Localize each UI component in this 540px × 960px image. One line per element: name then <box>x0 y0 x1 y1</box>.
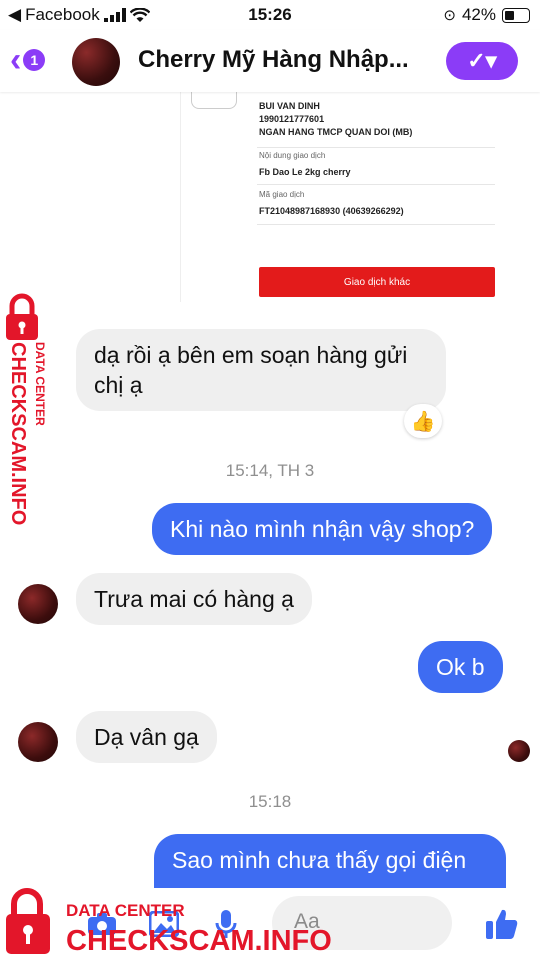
contact-avatar[interactable] <box>72 38 120 86</box>
watermark-top-text: DATA CENTER <box>33 342 47 426</box>
receipt-code-value: FT21048987168930 (40639266292) <box>259 206 404 216</box>
divider <box>257 147 495 148</box>
status-bar: ◀ Facebook 15:26 ⊙ 42% <box>0 0 540 30</box>
other-transaction-button: Giao dịch khác <box>259 267 495 297</box>
checkmark-dropdown-icon: ✓▾ <box>467 48 497 73</box>
receipt-recipient: BUI VAN DINH <box>259 101 320 111</box>
seen-indicator-avatar <box>508 740 530 762</box>
chevron-left-icon: ‹ <box>10 41 22 79</box>
message-incoming[interactable]: dạ rồi ạ bên em soạn hàng gửi chị ạ <box>76 329 446 411</box>
sender-avatar[interactable] <box>18 722 58 762</box>
timestamp: 15:14, TH 3 <box>225 461 315 480</box>
message-outgoing[interactable]: Khi nào mình nhận vậy shop? <box>152 503 493 555</box>
watermark-brand-text: CHECKSCAM.INFO <box>66 925 332 957</box>
rotation-lock-icon: ⊙ <box>443 7 456 24</box>
lock-icon <box>6 293 38 340</box>
thumbs-up-icon[interactable] <box>484 906 520 942</box>
thumbs-up-reaction[interactable]: 👍 <box>404 404 442 438</box>
receipt-content-label: Nội dung giao dịch <box>259 151 326 160</box>
receipt-account: 1990121777601 <box>259 114 325 124</box>
watermark-brand-text: CHECKSCAM.INFO <box>7 342 29 525</box>
receipt-bank: NGAN HANG TMCP QUAN DOI (MB) <box>259 127 413 137</box>
watermark-bottom: DATA CENTER CHECKSCAM.INFO <box>6 888 332 957</box>
contact-name[interactable]: Cherry Mỹ Hàng Nhập... <box>138 46 428 74</box>
receipt-content-value: Fb Dao Le 2kg cherry <box>259 167 351 177</box>
sender-avatar[interactable] <box>18 584 58 624</box>
receipt-code-label: Mã giao dịch <box>259 190 305 199</box>
message-outgoing[interactable]: Ok b <box>418 641 503 693</box>
watermark-side: DATA CENTER CHECKSCAM.INFO <box>6 293 47 525</box>
shared-receipt-image[interactable]: BUI VAN DINH 1990121777601 NGAN HANG TMC… <box>180 88 501 302</box>
lock-icon <box>6 888 50 954</box>
chat-header: ‹ 1 Cherry Mỹ Hàng Nhập... ✓▾ <box>0 30 540 92</box>
timestamp: 15:18 <box>248 792 292 811</box>
message-incoming[interactable]: Trưa mai có hàng ạ <box>76 573 312 625</box>
battery-icon <box>502 7 530 23</box>
verified-menu-button[interactable]: ✓▾ <box>446 42 518 80</box>
unread-badge: 1 <box>23 49 46 71</box>
divider <box>257 224 495 225</box>
battery-percent: 42% <box>461 5 496 24</box>
back-button[interactable]: ‹ 1 <box>10 41 46 79</box>
divider <box>257 184 495 185</box>
watermark-top-text: DATA CENTER <box>66 901 185 920</box>
message-incoming[interactable]: Dạ vân gạ <box>76 711 217 763</box>
